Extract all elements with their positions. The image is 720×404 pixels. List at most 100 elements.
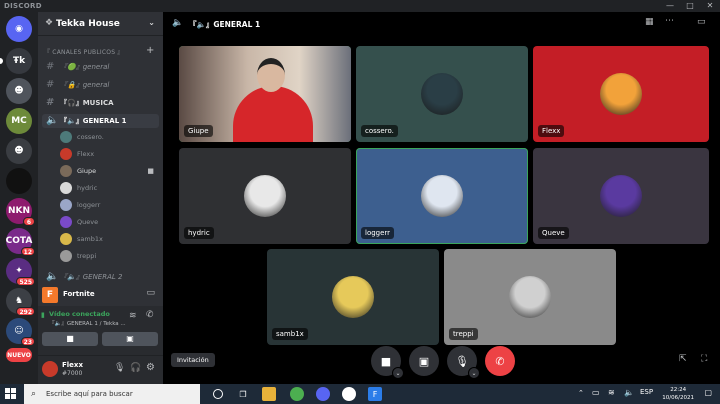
participant-tile[interactable]: cossero.: [356, 46, 528, 142]
clock-date: 10/06/2021: [662, 395, 694, 401]
close-button[interactable]: ✕: [700, 1, 720, 11]
server-icon[interactable]: ☻: [6, 78, 32, 104]
screen-share-button[interactable]: ▣: [102, 332, 158, 346]
participant-tile[interactable]: Queve: [533, 148, 709, 244]
disconnect-icon[interactable]: ✆: [146, 310, 154, 320]
voice-member[interactable]: Flexx: [60, 147, 160, 161]
participant-tile[interactable]: Giupe: [179, 46, 351, 142]
fullscreen-icon[interactable]: ⛶: [701, 354, 707, 364]
channel-item[interactable]: # 『🎧』MUSICA: [42, 96, 159, 110]
camera-button[interactable]: ■ ⌄: [371, 346, 404, 379]
voice-stage: 🔈 『🔈』GENERAL 1 ▦ ⋯ ▭ Giupe cossero. Flexx h…: [163, 12, 720, 384]
member-name: loggerr: [77, 201, 101, 209]
minimize-button[interactable]: —: [660, 1, 680, 11]
chevron-down-icon[interactable]: ⌄: [468, 367, 480, 379]
file-explorer-icon[interactable]: [262, 387, 276, 401]
voice-member[interactable]: samb1x: [60, 232, 160, 246]
participant-tile[interactable]: loggerr: [356, 148, 528, 244]
participant-name: loggerr: [361, 227, 395, 239]
gear-icon[interactable]: ⚙: [146, 362, 155, 373]
network-icon[interactable]: ▭: [592, 388, 600, 397]
taskbar-search-input[interactable]: ⌕ Escribe aquí para buscar: [24, 384, 200, 404]
mute-button[interactable]: 🎙 ⌄: [447, 346, 480, 379]
maximize-button[interactable]: □: [680, 1, 700, 11]
volume-icon[interactable]: 🔈: [624, 388, 634, 397]
server-icon[interactable]: COTA 12: [6, 228, 35, 256]
server-icon[interactable]: ☻: [6, 138, 32, 164]
avatar: [60, 250, 72, 262]
grid-layout-icon[interactable]: ▦: [645, 17, 654, 27]
category-header[interactable]: 『 CANALES PUBLICOS 』 +: [44, 45, 154, 56]
participant-tile[interactable]: treppi: [444, 249, 616, 345]
server-name: Tekka House: [56, 19, 120, 29]
share-screen-button[interactable]: ▣: [409, 346, 439, 376]
cortana-icon[interactable]: [213, 389, 223, 399]
server-header[interactable]: ❖ Tekka House ⌄: [38, 12, 163, 36]
headphones-icon[interactable]: 🎧: [130, 363, 141, 373]
voice-member[interactable]: treppi: [60, 249, 160, 263]
voice-member[interactable]: loggerr: [60, 198, 160, 212]
channel-label: 『🔈』GENERAL 1: [60, 117, 127, 125]
discord-icon[interactable]: [316, 387, 330, 401]
screen-share-icon[interactable]: ▭: [146, 288, 155, 298]
voice-member[interactable]: Queve: [60, 215, 160, 229]
person-head: [257, 58, 285, 92]
avatar: [244, 175, 286, 217]
avatar: [60, 148, 72, 160]
noise-suppression-icon[interactable]: ≋: [129, 311, 137, 321]
add-channel-icon[interactable]: +: [146, 45, 155, 56]
voice-member[interactable]: cossero.: [60, 130, 160, 144]
avatar: [600, 175, 642, 217]
channel-general-2[interactable]: 🔈 『🔈』GENERAL 2: [42, 270, 159, 284]
popout-icon[interactable]: ▭: [697, 17, 706, 27]
voice-member[interactable]: Giupe ■: [60, 164, 160, 178]
server-icon[interactable]: ✦ 525: [6, 258, 35, 286]
chevron-down-icon[interactable]: ⌄: [392, 367, 404, 379]
channel-item[interactable]: # 『🔒』general: [42, 78, 159, 92]
more-options-icon[interactable]: ⋯: [665, 16, 674, 26]
server-icon[interactable]: ♞ 292: [6, 288, 35, 316]
chevron-down-icon[interactable]: ⌄: [148, 18, 155, 27]
server-icon[interactable]: Ŧk: [6, 48, 32, 74]
wifi-icon[interactable]: ≋: [608, 388, 615, 397]
notifications-icon[interactable]: ▢: [704, 388, 712, 397]
channel-item[interactable]: 🔈 『🔈』GENERAL 1: [42, 114, 159, 128]
invite-button[interactable]: Invitación: [171, 353, 215, 367]
home-button[interactable]: ◉: [6, 16, 32, 42]
participant-tile[interactable]: samb1x: [267, 249, 439, 345]
participant-name: treppi: [449, 328, 478, 340]
discord-window: DISCORD — □ ✕ ◉ Ŧk ☻ MC ☻ NKN 6 COTA 12 ✦ 525 ♞ 292 ☺…: [0, 0, 720, 384]
channel-label: 『🔒』general: [60, 81, 110, 89]
microphone-icon[interactable]: 🎙: [114, 363, 125, 373]
participant-tile[interactable]: hydric: [179, 148, 351, 244]
server-icon[interactable]: ☺ 23: [6, 318, 35, 346]
participant-name: cossero.: [361, 125, 398, 137]
participant-tile[interactable]: Flexx: [533, 46, 709, 142]
activity-row[interactable]: F Fortnite ▭: [38, 284, 163, 306]
chrome-icon[interactable]: [290, 387, 304, 401]
avatar[interactable]: [42, 361, 58, 377]
channel-sidebar: ❖ Tekka House ⌄ 『 CANALES PUBLICOS 』 + #…: [38, 12, 163, 384]
windows-start-icon[interactable]: [5, 388, 17, 400]
windows-taskbar: ⌕ Escribe aquí para buscar ❐ F ⌃ ▭ ≋ 🔈 E…: [0, 384, 720, 404]
task-view-icon[interactable]: ❐: [236, 387, 250, 401]
member-name: Queve: [77, 218, 99, 226]
channel-item[interactable]: # 『🟢』general: [42, 60, 159, 74]
mention-badge: 292: [16, 307, 35, 316]
system-clock[interactable]: 22:24 10/06/2021: [662, 386, 694, 402]
disconnect-button[interactable]: ✆: [485, 346, 515, 376]
voice-member[interactable]: hydric: [60, 181, 160, 195]
signal-icon[interactable]: ▮: [41, 311, 45, 319]
app-icon[interactable]: F: [368, 387, 382, 401]
tray-chevron-icon[interactable]: ⌃: [578, 389, 584, 397]
server-icon[interactable]: NKN 6: [6, 198, 35, 226]
video-button[interactable]: ■: [42, 332, 98, 346]
clock-app-icon[interactable]: [342, 387, 356, 401]
new-server-button[interactable]: NUEVO: [6, 348, 32, 362]
language-icon[interactable]: ESP: [640, 388, 653, 396]
category-label: 『 CANALES PUBLICOS 』: [44, 49, 124, 56]
server-icon[interactable]: MC: [6, 108, 32, 134]
popout-icon[interactable]: ⇱: [679, 354, 687, 364]
voice-location[interactable]: 『🔈』GENERAL 1 / Tekka ...: [49, 319, 126, 327]
server-icon[interactable]: [6, 168, 32, 194]
